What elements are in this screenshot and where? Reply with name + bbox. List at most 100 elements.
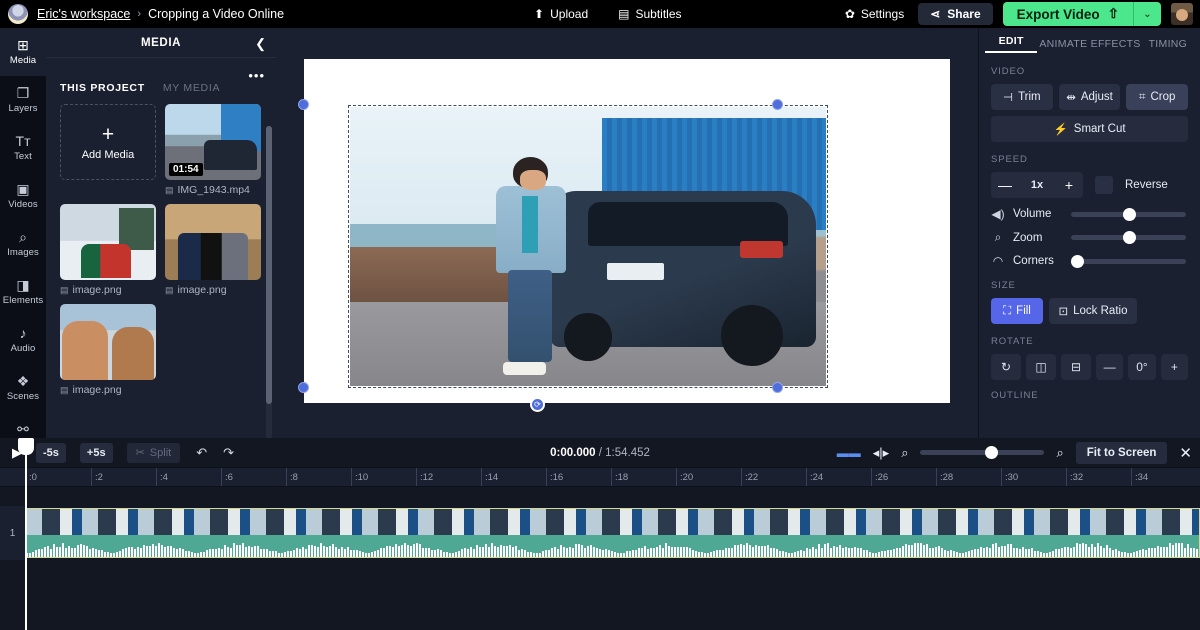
speed-increase-button[interactable]: + [1055, 177, 1083, 193]
rotate-decrease-button[interactable]: — [1096, 354, 1124, 380]
tab-timing[interactable]: TIMING [1142, 32, 1194, 50]
zoom-slider-knob[interactable] [1122, 231, 1136, 244]
sidebar-item-scenes[interactable]: ❖ Scenes [0, 364, 46, 412]
volume-slider[interactable] [1071, 207, 1186, 221]
forward-5s-button[interactable]: +5s [79, 442, 113, 463]
timeline: ▶ -5s +5s ✂ Split ↶ ↷ 0:00.000 / 1:54.45… [0, 438, 1200, 630]
media-thumbnail-image[interactable] [165, 204, 261, 280]
media-item[interactable]: ▤ image.png [60, 204, 156, 296]
rotate-increase-button[interactable]: + [1160, 354, 1188, 380]
media-scrollbar-thumb[interactable] [266, 126, 272, 404]
subtitles-label: Subtitles [635, 7, 682, 21]
tab-edit[interactable]: EDIT [985, 29, 1038, 53]
section-label-rotate: ROTATE [991, 336, 1034, 347]
resize-handle-top-left[interactable] [298, 99, 309, 110]
media-thumbnail-video[interactable]: 01:54 [165, 104, 261, 180]
upload-button[interactable]: ⬆ Upload [534, 7, 588, 21]
share-button[interactable]: ⋖ Share [918, 3, 993, 25]
scissors-icon: ✂ [135, 447, 145, 459]
fill-button[interactable]: ⛶ Fill [991, 298, 1043, 324]
back-5s-button[interactable]: -5s [36, 442, 66, 463]
zoom-slider[interactable] [1071, 231, 1186, 244]
add-media-button[interactable]: + Add Media [60, 104, 156, 180]
right-properties-panel: EDIT ANIMATE EFFECTS TIMING VIDEO ⊣ Trim… [978, 28, 1200, 438]
total-time: 1:54.452 [605, 446, 650, 459]
sidebar-item-audio[interactable]: ♪ Audio [0, 316, 46, 364]
resize-handle-top-right[interactable] [772, 99, 783, 110]
ruler-tick: :10 [351, 468, 368, 486]
playhead-handle[interactable] [18, 438, 34, 455]
fit-to-screen-button[interactable]: Fit to Screen [1075, 441, 1168, 464]
media-item[interactable]: 01:54 ▤ IMG_1943.mp4 [165, 104, 261, 196]
media-filename-row: ▤ image.png [60, 284, 156, 296]
export-video-button[interactable]: Export Video ⇧ [1002, 2, 1133, 26]
settings-label: Settings [860, 7, 905, 21]
plus-icon: + [101, 122, 115, 146]
crop-button[interactable]: ⌗ Crop [1126, 84, 1189, 110]
adjust-button[interactable]: ⇹ Adjust [1058, 84, 1121, 110]
split-button[interactable]: ✂ Split [126, 442, 181, 463]
redo-icon[interactable]: ↷ [223, 445, 234, 461]
tab-animate[interactable]: ANIMATE [1037, 32, 1089, 50]
rotate-handle[interactable]: ⟳ [530, 397, 545, 412]
corners-slider-knob[interactable] [1071, 254, 1084, 268]
volume-slider-knob[interactable] [1122, 207, 1136, 221]
tab-this-project[interactable]: THIS PROJECT [60, 82, 145, 94]
more-dots-icon[interactable]: ••• [248, 68, 265, 83]
zoom-in-icon[interactable]: ⌕ [1056, 445, 1063, 461]
reverse-checkbox[interactable] [1095, 176, 1113, 194]
flip-horizontal-icon-button[interactable]: ◫ [1026, 354, 1056, 380]
trim-button[interactable]: ⊣ Trim [991, 84, 1053, 110]
sidebar-item-text[interactable]: Tт Text [0, 124, 46, 172]
selection-bounding-box[interactable] [348, 105, 828, 388]
sidebar-item-elements[interactable]: ◨ Elements [0, 268, 46, 316]
ruler-tick: :18 [611, 468, 628, 486]
timeline-zoom-knob[interactable] [984, 446, 998, 459]
ruler-tick: :0 [25, 468, 37, 486]
marker-icon[interactable]: ▬▬ [837, 446, 861, 460]
sidebar-item-images[interactable]: ⌕ Images [0, 220, 46, 268]
subtitles-button[interactable]: ▤ Subtitles [618, 7, 681, 21]
media-item[interactable]: ▤ image.png [60, 304, 156, 396]
media-filename: IMG_1943.mp4 [177, 184, 250, 196]
media-filename: image.png [72, 384, 122, 396]
smart-cut-button[interactable]: ⚡ Smart Cut [991, 116, 1188, 142]
tab-effects[interactable]: EFFECTS [1090, 32, 1142, 50]
corners-slider[interactable] [1071, 254, 1186, 268]
resize-handle-bottom-right[interactable] [772, 382, 783, 393]
section-label-size: SIZE [991, 280, 1016, 291]
top-bar: Eric's workspace › Cropping a Video Onli… [0, 0, 1200, 28]
zoom-out-icon[interactable]: ⌕ [901, 445, 908, 461]
left-rail: ⊞ Media ❐ Layers Tт Text ▣ Videos ⌕ Imag… [0, 28, 46, 450]
plug-icon: ⚯ [17, 421, 29, 437]
flip-vertical-icon-button[interactable]: ⊟ [1061, 354, 1091, 380]
sidebar-item-videos[interactable]: ▣ Videos [0, 172, 46, 220]
resize-handle-bottom-left[interactable] [298, 382, 309, 393]
export-video-label: Export Video [1016, 6, 1100, 22]
crop-label: Crop [1150, 91, 1176, 103]
chevron-left-icon[interactable]: ❮ [255, 36, 266, 52]
media-thumbnail-image[interactable] [60, 204, 156, 280]
sidebar-item-layers[interactable]: ❐ Layers [0, 76, 46, 124]
timeline-clip[interactable] [25, 508, 1200, 558]
rotate-icon-button[interactable]: ↻ [991, 354, 1021, 380]
close-icon[interactable]: ✕ [1179, 444, 1192, 462]
media-item[interactable]: ▤ image.png [165, 204, 261, 296]
breadcrumb-workspace[interactable]: Eric's workspace [37, 7, 130, 21]
timeline-zoom-slider[interactable] [920, 446, 1045, 459]
timeline-ruler[interactable]: :0 :2 :4 :6 :8 :10 :12 :14 :16 :18 :20 :… [0, 468, 1200, 487]
speed-decrease-button[interactable]: — [991, 177, 1019, 193]
gear-icon: ✿ [844, 7, 855, 21]
tab-my-media[interactable]: MY MEDIA [163, 82, 220, 94]
split-playhead-icon[interactable]: ◂|▸ [873, 445, 889, 461]
media-thumbnail-image[interactable] [60, 304, 156, 380]
undo-icon[interactable]: ↶ [196, 445, 207, 461]
video-canvas[interactable]: ⟳ [298, 59, 950, 412]
file-icon: ▤ [60, 384, 69, 395]
lock-ratio-button[interactable]: ⊡ Lock Ratio [1049, 298, 1137, 324]
settings-button[interactable]: ✿ Settings [845, 7, 904, 21]
user-avatar[interactable] [1171, 3, 1193, 25]
sidebar-item-media[interactable]: ⊞ Media [0, 28, 46, 76]
export-dropdown-button[interactable]: ⌄ [1133, 2, 1161, 26]
sidebar-label-audio: Audio [10, 343, 36, 354]
